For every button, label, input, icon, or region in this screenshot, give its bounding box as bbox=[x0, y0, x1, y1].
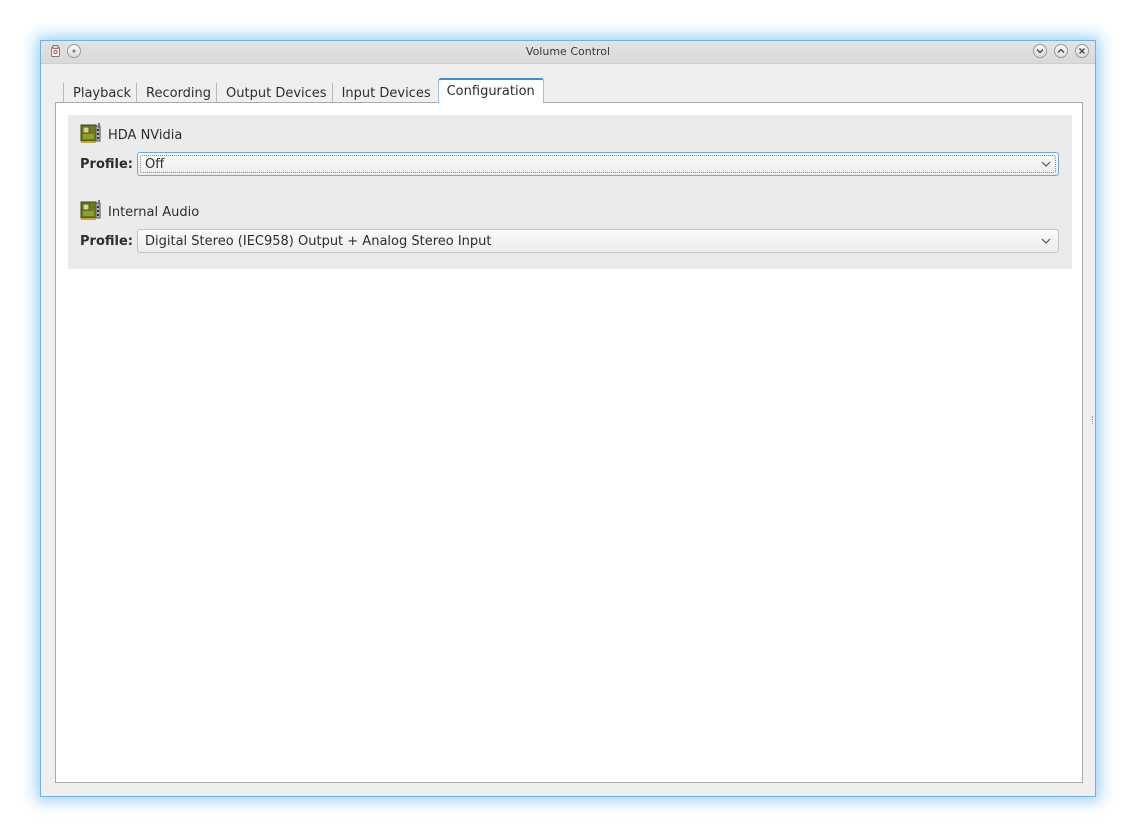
profile-select[interactable]: Digital Stereo (IEC958) Output + Analog … bbox=[137, 229, 1059, 253]
tab-playback[interactable]: Playback bbox=[63, 83, 136, 103]
profile-label: Profile: bbox=[80, 156, 133, 172]
volume-control-window: Volume Control Playback Recording Output… bbox=[40, 40, 1096, 797]
tab-label: Playback bbox=[73, 85, 132, 101]
configuration-page: HDA NVidia Profile: Off Internal Audio P… bbox=[55, 102, 1083, 783]
tab-recording[interactable]: Recording bbox=[136, 83, 216, 103]
card-name: Internal Audio bbox=[108, 204, 200, 220]
tab-label: Recording bbox=[146, 85, 212, 101]
title-bar[interactable]: Volume Control bbox=[41, 41, 1095, 64]
card-name: HDA NVidia bbox=[108, 127, 183, 143]
cards-panel: HDA NVidia Profile: Off Internal Audio P… bbox=[68, 115, 1072, 269]
tab-label: Input Devices bbox=[341, 85, 431, 101]
tab-output-devices[interactable]: Output Devices bbox=[216, 83, 332, 103]
close-button[interactable] bbox=[1075, 44, 1089, 58]
tab-configuration[interactable]: Configuration bbox=[437, 78, 544, 103]
window-title: Volume Control bbox=[525, 45, 611, 58]
sound-card-icon bbox=[80, 122, 102, 148]
minimize-button[interactable] bbox=[1033, 44, 1047, 58]
card-internal-audio: Internal Audio Profile: Digital Stereo (… bbox=[80, 200, 1059, 253]
card-hda-nvidia: HDA NVidia Profile: Off bbox=[80, 123, 1059, 176]
profile-value: Off bbox=[145, 156, 165, 172]
profile-value: Digital Stereo (IEC958) Output + Analog … bbox=[145, 233, 492, 249]
tab-bar: Playback Recording Output Devices Input … bbox=[63, 78, 544, 103]
sound-card-icon bbox=[80, 199, 102, 225]
profile-select[interactable]: Off bbox=[137, 152, 1059, 176]
tab-input-devices[interactable]: Input Devices bbox=[331, 83, 436, 103]
tab-label: Configuration bbox=[446, 84, 535, 99]
resize-grip[interactable] bbox=[1092, 416, 1095, 424]
profile-label: Profile: bbox=[80, 233, 133, 249]
tab-label: Output Devices bbox=[226, 85, 327, 101]
maximize-button[interactable] bbox=[1054, 44, 1068, 58]
chevron-down-icon bbox=[1040, 158, 1052, 170]
chevron-down-icon bbox=[1040, 235, 1052, 247]
